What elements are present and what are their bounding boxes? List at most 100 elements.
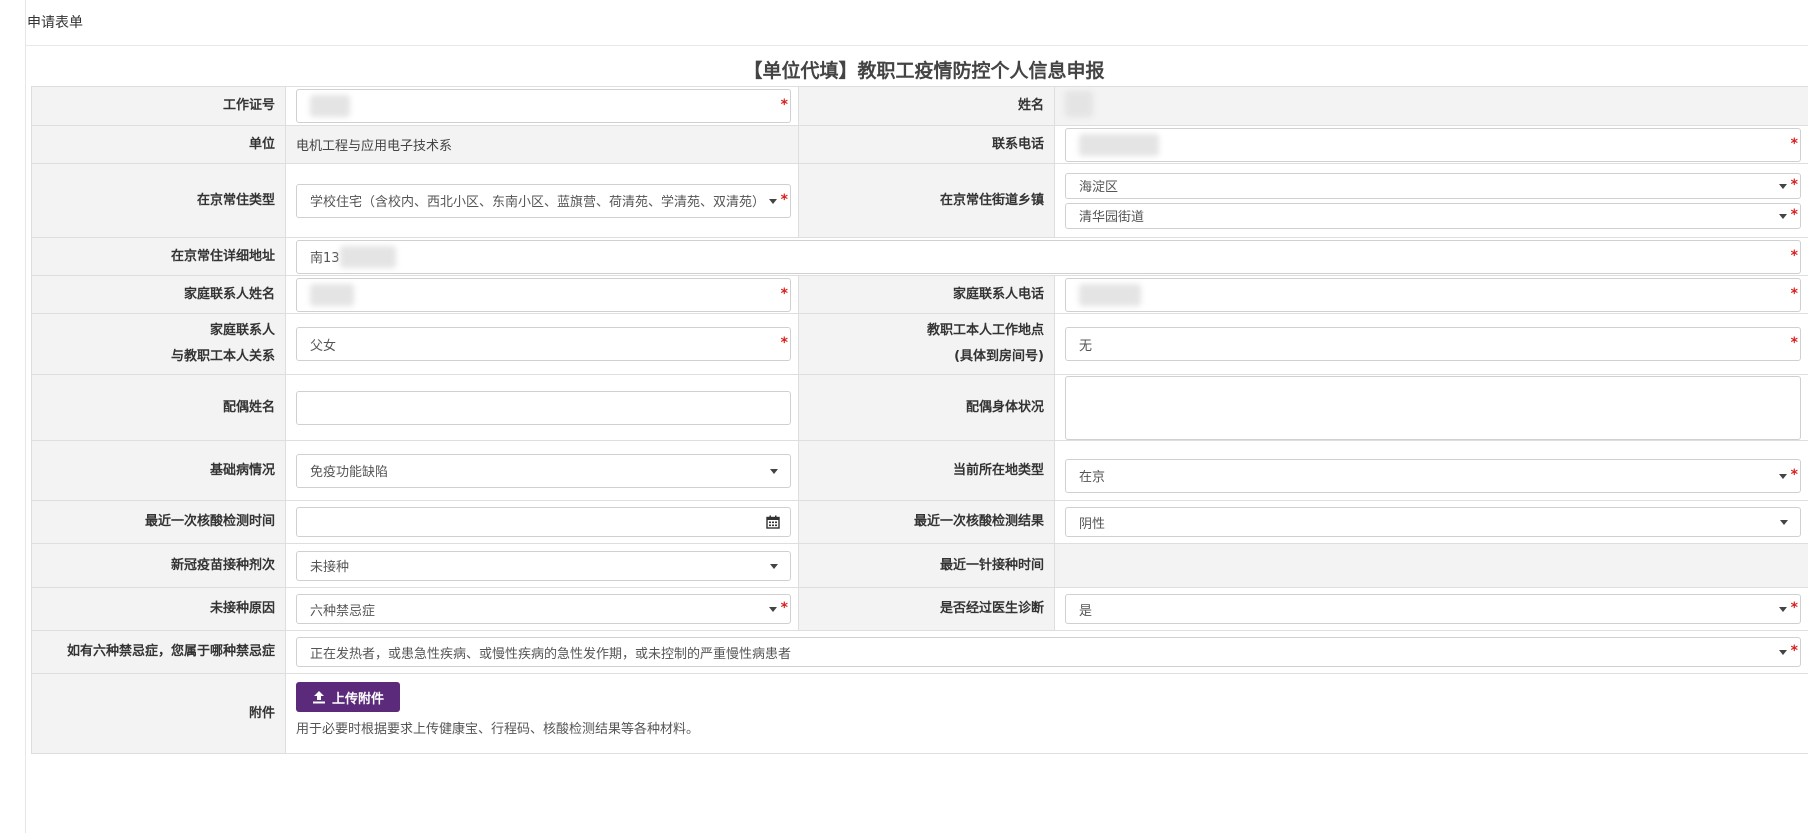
required-mark: * <box>1790 335 1798 351</box>
required-mark: * <box>780 97 788 113</box>
heading-divider <box>25 45 1808 46</box>
doctor-diagnosed-select[interactable]: 是 * <box>1065 594 1801 624</box>
not-vaccinated-reason-value: 六种禁忌症 <box>310 603 376 619</box>
chevron-down-icon <box>1780 520 1788 525</box>
required-mark: * <box>1790 600 1798 616</box>
required-mark: * <box>1790 176 1798 193</box>
required-mark: * <box>1790 206 1798 223</box>
redacted-value <box>310 283 354 306</box>
contraindication-value: 正在发热者，或患急性疾病、或慢性疾病的急性发作期，或未控制的严重慢性病患者 <box>310 646 792 662</box>
work-location-label: 教职工本人工作地点 (具体到房间号) <box>798 313 1055 375</box>
last-dose-time-label: 最近一针接种时间 <box>798 543 1055 588</box>
underlying-disease-select[interactable]: 免疫功能缺陷 <box>296 453 791 488</box>
required-mark: * <box>1790 643 1798 659</box>
residence-street-label: 在京常住街道乡镇 <box>798 163 1055 238</box>
chevron-down-icon <box>1779 473 1787 479</box>
address-label: 在京常住详细地址 <box>31 237 286 276</box>
label-line: 家庭联系人 <box>209 323 275 338</box>
spouse-name-input[interactable] <box>296 390 791 425</box>
last-test-result-select[interactable]: 阴性 <box>1065 507 1801 537</box>
vaccine-doses-value: 未接种 <box>310 560 350 575</box>
required-mark: * <box>1790 135 1798 152</box>
upload-attachment-button[interactable]: 上传附件 <box>296 682 401 712</box>
unit-label: 单位 <box>31 125 286 164</box>
required-mark: * <box>780 285 788 302</box>
form-row: 在京常住详细地址 南13 * <box>31 237 1808 276</box>
redacted-value <box>1079 283 1141 306</box>
last-test-result-label: 最近一次核酸检测结果 <box>798 500 1055 544</box>
form-row: 基础病情况 免疫功能缺陷 当前所在地类型 在京 * <box>31 440 1808 501</box>
contraindication-select[interactable]: 正在发热者，或患急性疾病、或慢性疾病的急性发作期，或未控制的严重慢性病患者 * <box>296 637 1801 667</box>
district-select[interactable]: 海淀区 * <box>1065 172 1801 199</box>
street-value: 清华园街道 <box>1079 210 1145 225</box>
underlying-disease-label: 基础病情况 <box>31 440 286 501</box>
chevron-down-icon <box>770 563 778 569</box>
chevron-down-icon <box>1779 183 1787 189</box>
form-title: 【单位代填】教职工疫情防控个人信息申报 <box>743 60 1105 82</box>
doctor-diagnosed-label: 是否经过医生诊断 <box>798 587 1055 631</box>
form-row: 单位 电机工程与应用电子技术系 联系电话 * <box>31 125 1808 164</box>
upload-button-label: 上传附件 <box>332 691 385 707</box>
current-location-type-select[interactable]: 在京 * <box>1065 458 1801 493</box>
redacted-value <box>339 245 396 268</box>
residence-type-label: 在京常住类型 <box>31 163 286 238</box>
contraindication-label: 如有六种禁忌症，您属于哪种禁忌症 <box>31 630 286 674</box>
required-mark: * <box>1790 466 1798 483</box>
chevron-down-icon <box>769 607 777 612</box>
family-contact-name-label: 家庭联系人姓名 <box>31 275 286 314</box>
work-id-input[interactable]: * <box>296 89 791 123</box>
current-location-type-label: 当前所在地类型 <box>798 440 1055 501</box>
form-row: 工作证号 * 姓名 <box>31 86 1808 126</box>
residence-type-select[interactable]: 学校住宅（含校内、西北小区、东南小区、蓝旗营、荷清苑、学清苑、双清苑） * <box>296 183 791 218</box>
family-contact-phone-label: 家庭联系人电话 <box>798 275 1055 314</box>
redacted-value <box>1079 133 1159 156</box>
address-value: 南13 <box>310 251 340 266</box>
name-label: 姓名 <box>798 86 1055 126</box>
family-relation-input[interactable]: 父女 * <box>296 327 791 361</box>
not-vaccinated-reason-label: 未接种原因 <box>31 587 286 631</box>
address-input[interactable]: 南13 * <box>296 239 1801 274</box>
last-test-result-value: 阴性 <box>1079 516 1106 532</box>
residence-type-value: 学校住宅（含校内、西北小区、东南小区、蓝旗营、荷清苑、学清苑、双清苑） <box>310 195 766 210</box>
underlying-disease-value: 免疫功能缺陷 <box>310 465 389 480</box>
required-mark: * <box>780 191 788 208</box>
page: 申请表单 【单位代填】教职工疫情防控个人信息申报 工作证号 * 姓名 单位 电机… <box>0 0 1808 833</box>
work-id-label: 工作证号 <box>31 86 286 126</box>
form-row: 如有六种禁忌症，您属于哪种禁忌症 正在发热者，或患急性疾病、或慢性疾病的急性发作… <box>31 630 1808 674</box>
family-relation-value: 父女 <box>310 338 337 354</box>
district-value: 海淀区 <box>1079 180 1119 195</box>
form-row: 未接种原因 六种禁忌症 * 是否经过医生诊断 是 * <box>31 587 1808 631</box>
form-row: 最近一次核酸检测时间 最近一次核酸检测结果 阴性 <box>31 500 1808 544</box>
family-contact-phone-input[interactable]: * <box>1065 277 1801 312</box>
spouse-health-label: 配偶身体状况 <box>798 374 1055 441</box>
work-location-value: 无 <box>1079 338 1093 354</box>
phone-input[interactable]: * <box>1065 127 1801 162</box>
label-line: 与教职工本人关系 <box>170 349 275 364</box>
last-test-time-label: 最近一次核酸检测时间 <box>31 500 286 544</box>
required-mark: * <box>1790 247 1798 264</box>
form-row: 新冠疫苗接种剂次 未接种 最近一针接种时间 <box>31 543 1808 588</box>
chevron-down-icon <box>1779 607 1787 612</box>
family-contact-name-input[interactable]: * <box>296 277 791 312</box>
not-vaccinated-reason-select[interactable]: 六种禁忌症 * <box>296 594 791 624</box>
attachment-hint: 用于必要时根据要求上传健康宝、行程码、核酸检测结果等各种材料。 <box>296 722 700 737</box>
form-row: 家庭联系人姓名 * 家庭联系人电话 * <box>31 275 1808 314</box>
work-location-input[interactable]: 无 * <box>1065 327 1801 361</box>
street-select[interactable]: 清华园街道 * <box>1065 202 1801 229</box>
spouse-name-label: 配偶姓名 <box>31 374 286 441</box>
last-test-time-input[interactable] <box>296 507 791 537</box>
redacted-value <box>310 95 350 117</box>
form-row: 在京常住类型 学校住宅（含校内、西北小区、东南小区、蓝旗营、荷清苑、学清苑、双清… <box>31 163 1808 238</box>
doctor-diagnosed-value: 是 <box>1079 603 1093 619</box>
spouse-health-textarea[interactable] <box>1065 375 1801 440</box>
application-form: 工作证号 * 姓名 单位 电机工程与应用电子技术系 联系电话 * 在京常住类型 … <box>31 86 1808 754</box>
family-relation-label: 家庭联系人 与教职工本人关系 <box>31 313 286 375</box>
redacted-value <box>1065 91 1093 117</box>
vaccine-doses-select[interactable]: 未接种 <box>296 550 791 581</box>
current-location-type-value: 在京 <box>1079 470 1106 485</box>
chevron-down-icon <box>1779 213 1787 219</box>
phone-label: 联系电话 <box>798 125 1055 164</box>
calendar-icon[interactable] <box>766 515 780 529</box>
label-line: 教职工本人工作地点 <box>926 323 1044 338</box>
chevron-down-icon <box>770 468 778 474</box>
